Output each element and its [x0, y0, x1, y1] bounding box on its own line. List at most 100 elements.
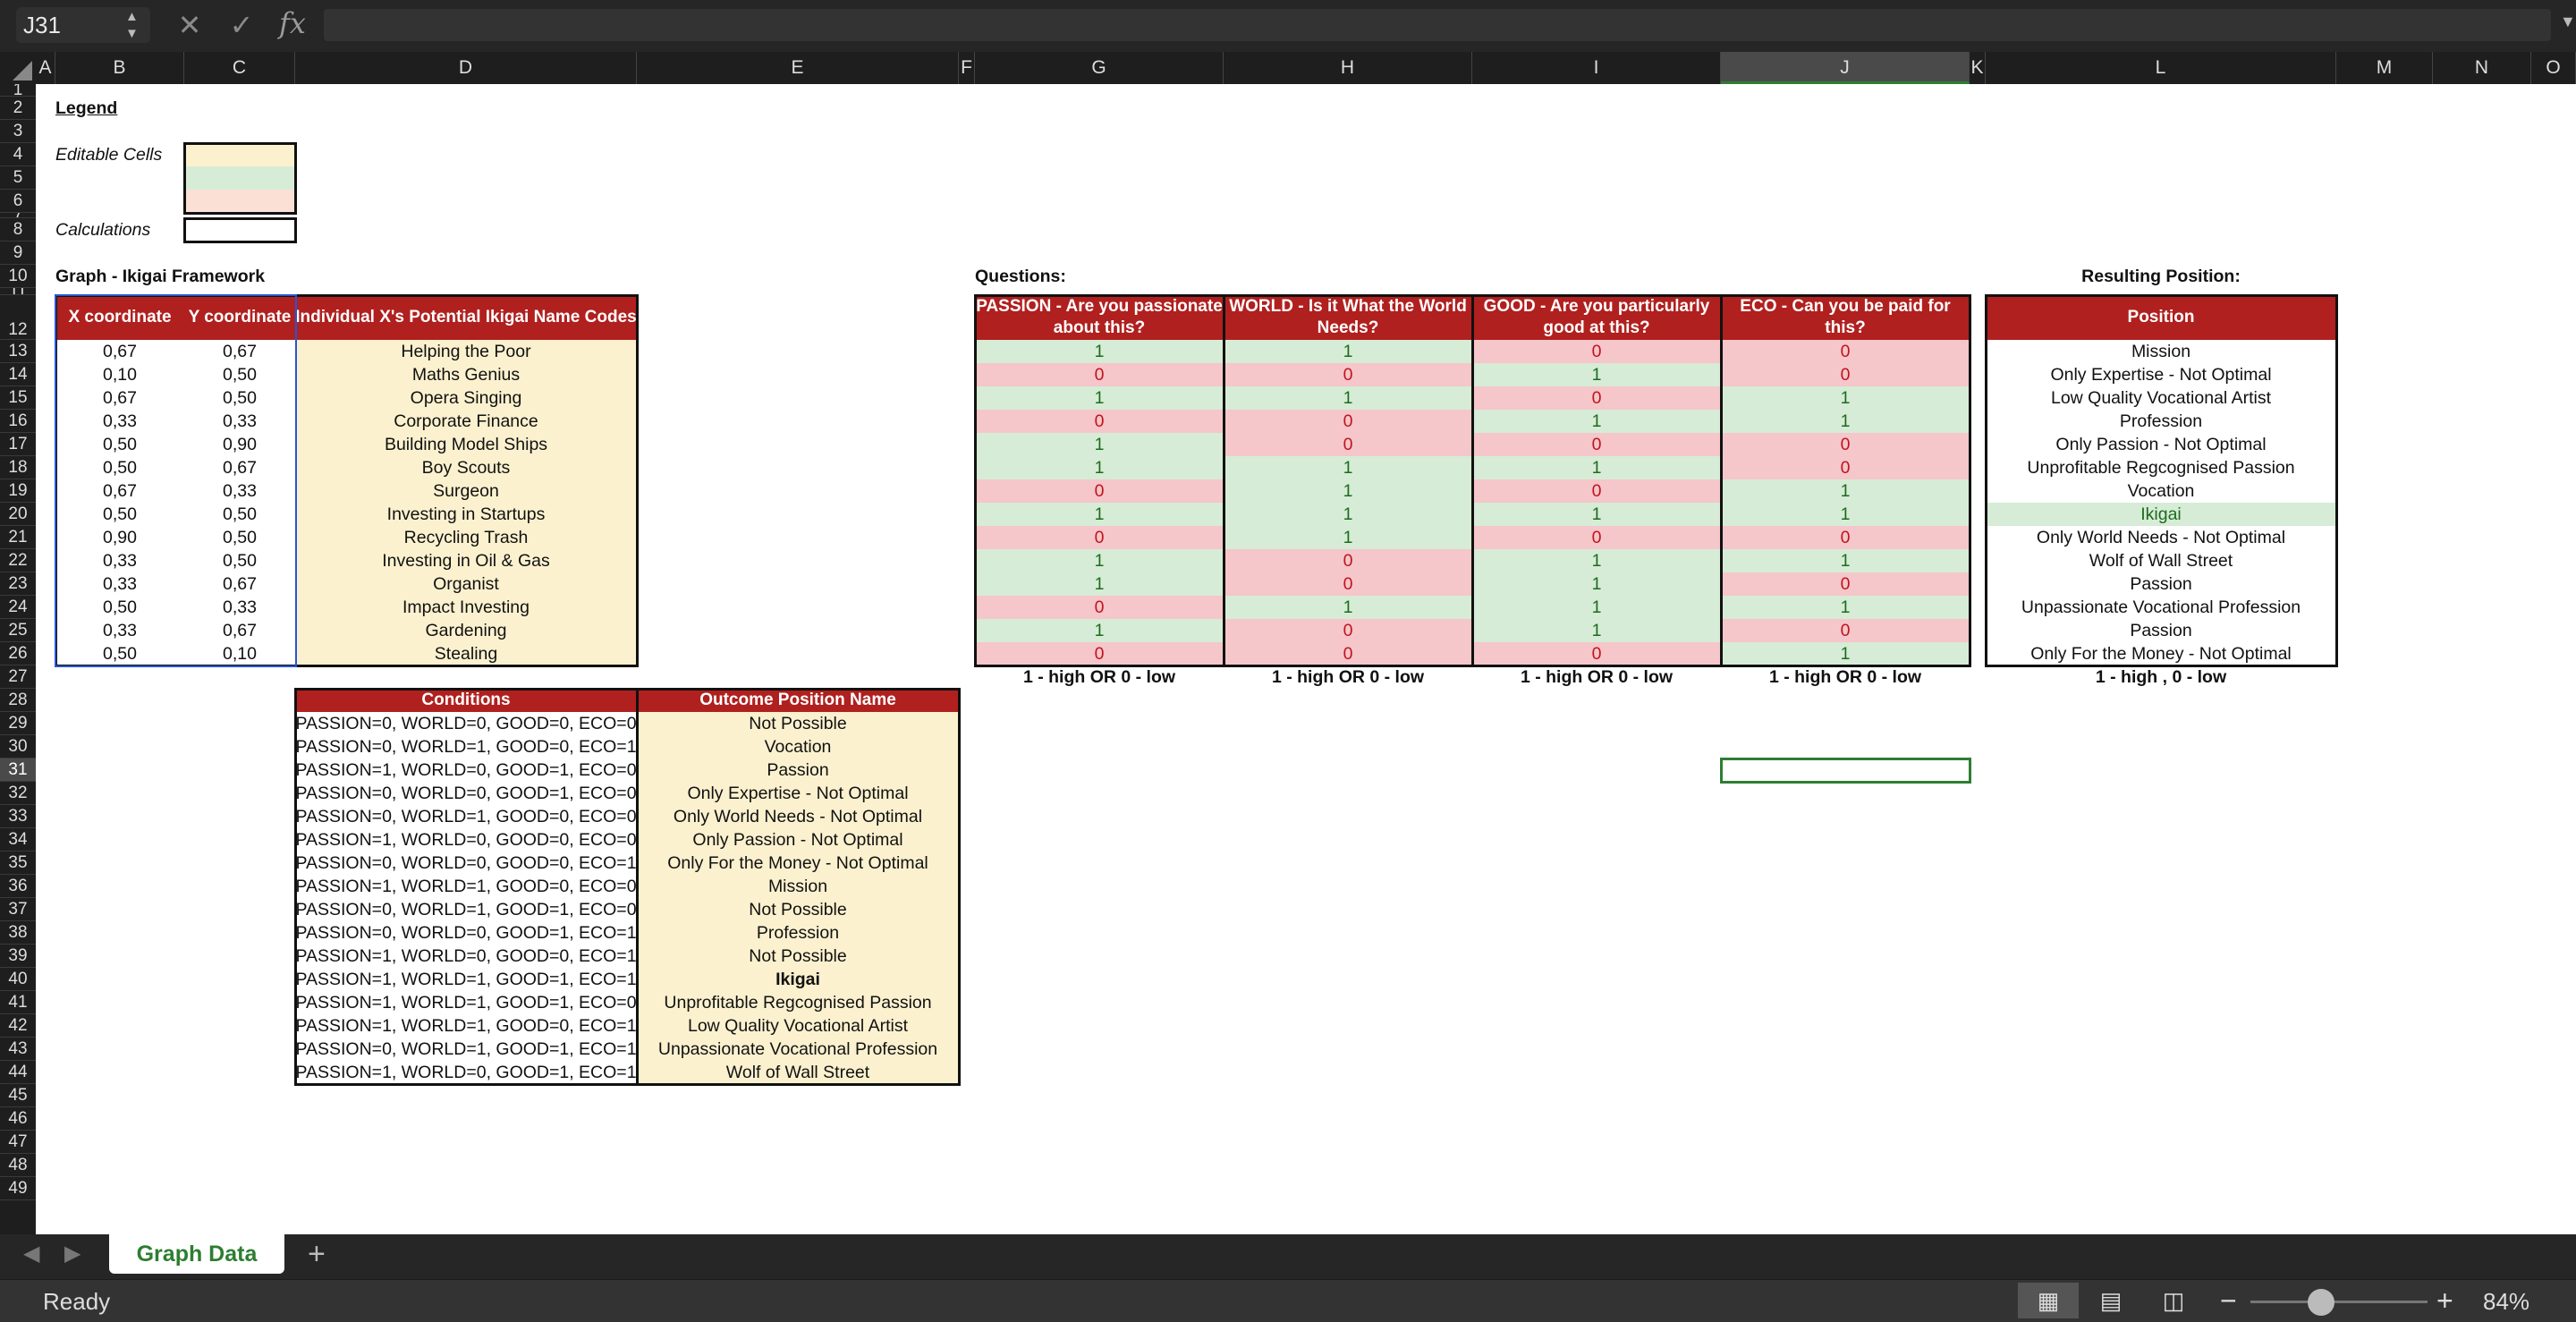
column-header-g[interactable]: G — [975, 52, 1224, 84]
column-header-k[interactable]: K — [1970, 52, 1986, 84]
row-header-35[interactable]: 35 — [0, 852, 36, 875]
row-header-10[interactable]: 10 — [0, 265, 36, 288]
row-header-22[interactable]: 22 — [0, 549, 36, 572]
prev-sheet-icon[interactable]: ◀ — [23, 1241, 39, 1267]
status-text: Ready — [43, 1288, 111, 1315]
column-header-a[interactable]: A — [36, 52, 55, 84]
row-header-48[interactable]: 48 — [0, 1154, 36, 1177]
scale-note[interactable]: 1 - high OR 0 - low — [1721, 665, 1970, 689]
row-header-30[interactable]: 30 — [0, 735, 36, 758]
normal-view-icon[interactable]: ▦ — [2018, 1283, 2079, 1318]
row-header-12[interactable]: 12 — [0, 295, 36, 340]
row-header-16[interactable]: 16 — [0, 410, 36, 433]
confirm-icon[interactable]: ✓ — [224, 7, 259, 43]
column-header-n[interactable]: N — [2433, 52, 2531, 84]
zoom-slider-handle[interactable] — [2308, 1289, 2334, 1316]
page-break-icon[interactable]: ◫ — [2143, 1283, 2204, 1318]
row-header-17[interactable]: 17 — [0, 433, 36, 456]
zoom-out-icon[interactable]: − — [2220, 1284, 2237, 1317]
row-header-49[interactable]: 49 — [0, 1177, 36, 1200]
scale-note[interactable]: 1 - high OR 0 - low — [975, 665, 1224, 689]
sheet-tab-bar — [0, 1234, 2576, 1279]
row-header-9[interactable]: 9 — [0, 242, 36, 265]
row-header-1[interactable]: 1 — [0, 84, 36, 97]
formula-input[interactable] — [324, 9, 2551, 41]
name-box-stepper-icon[interactable]: ▲ ▼ — [125, 8, 139, 42]
row-header-42[interactable]: 42 — [0, 1014, 36, 1038]
row-header-25[interactable]: 25 — [0, 619, 36, 642]
row-header-6[interactable]: 6 — [0, 190, 36, 213]
row-header-24[interactable]: 24 — [0, 596, 36, 619]
eco-column-border — [1720, 294, 1971, 667]
legend-calc-border — [183, 217, 297, 243]
row-header-5[interactable]: 5 — [0, 166, 36, 190]
column-header-m[interactable]: M — [2336, 52, 2433, 84]
row-header-4[interactable]: 4 — [0, 143, 36, 166]
column-header-j[interactable]: J — [1721, 52, 1970, 84]
row-header-11[interactable]: 11 — [0, 288, 36, 295]
sheet-grid[interactable]: Legend Editable Cells Calculations Graph - … — [36, 84, 2576, 1234]
row-header-3[interactable]: 3 — [0, 120, 36, 143]
row-header-28[interactable]: 28 — [0, 689, 36, 712]
scale-note[interactable]: 1 - high OR 0 - low — [1472, 665, 1721, 689]
graph-title[interactable]: Graph - Ikigai Framework — [55, 265, 637, 288]
select-all-button[interactable] — [0, 52, 36, 84]
column-header-d[interactable]: D — [295, 52, 637, 84]
row-header-41[interactable]: 41 — [0, 991, 36, 1014]
row-header-23[interactable]: 23 — [0, 572, 36, 596]
page-layout-icon[interactable]: ▤ — [2080, 1283, 2141, 1318]
conditions-border — [294, 688, 639, 1086]
row-header-40[interactable]: 40 — [0, 968, 36, 991]
scale-note[interactable]: 1 - high OR 0 - low — [1224, 665, 1472, 689]
row-header-46[interactable]: 46 — [0, 1107, 36, 1131]
row-header-32[interactable]: 32 — [0, 782, 36, 805]
questions-title[interactable]: Questions: — [975, 265, 1472, 288]
position-scale-note[interactable]: 1 - high , 0 - low — [1986, 665, 2336, 689]
add-sheet-icon[interactable]: + — [308, 1237, 326, 1272]
column-header-c[interactable]: C — [184, 52, 295, 84]
column-header-l[interactable]: L — [1986, 52, 2336, 84]
cancel-icon[interactable]: ✕ — [172, 7, 208, 43]
row-header-38[interactable]: 38 — [0, 921, 36, 945]
column-header-o[interactable]: O — [2531, 52, 2576, 84]
row-header-8[interactable]: 8 — [0, 218, 36, 242]
column-header-e[interactable]: E — [637, 52, 959, 84]
row-header-2[interactable]: 2 — [0, 97, 36, 120]
row-header-45[interactable]: 45 — [0, 1084, 36, 1107]
row-header-37[interactable]: 37 — [0, 898, 36, 921]
row-header-21[interactable]: 21 — [0, 526, 36, 549]
row-header-14[interactable]: 14 — [0, 363, 36, 386]
calculations-label[interactable]: Calculations — [55, 218, 184, 242]
function-icon[interactable]: fx — [279, 6, 306, 40]
editable-cells-label[interactable]: Editable Cells — [55, 143, 184, 166]
chevron-down-icon[interactable]: ▼ — [2560, 13, 2576, 31]
row-header-20[interactable]: 20 — [0, 503, 36, 526]
row-header-18[interactable]: 18 — [0, 456, 36, 479]
row-header-34[interactable]: 34 — [0, 828, 36, 852]
row-header-44[interactable]: 44 — [0, 1061, 36, 1084]
column-header-f[interactable]: F — [959, 52, 975, 84]
row-header-26[interactable]: 26 — [0, 642, 36, 665]
xy-selection-range — [55, 294, 297, 667]
row-header-47[interactable]: 47 — [0, 1131, 36, 1154]
zoom-level: 84% — [2483, 1288, 2530, 1315]
row-header-19[interactable]: 19 — [0, 479, 36, 503]
result-title[interactable]: Resulting Position: — [1986, 265, 2336, 288]
column-header-i[interactable]: I — [1472, 52, 1721, 84]
row-header-27[interactable]: 27 — [0, 665, 36, 689]
column-header-b[interactable]: B — [55, 52, 184, 84]
row-header-31[interactable]: 31 — [0, 758, 36, 782]
sheet-tab-graph-data[interactable]: Graph Data — [109, 1234, 284, 1274]
row-header-29[interactable]: 29 — [0, 712, 36, 735]
zoom-slider[interactable] — [2250, 1301, 2428, 1303]
legend-title[interactable]: Legend — [55, 97, 295, 120]
next-sheet-icon[interactable]: ▶ — [64, 1241, 80, 1267]
row-header-43[interactable]: 43 — [0, 1038, 36, 1061]
row-header-33[interactable]: 33 — [0, 805, 36, 828]
zoom-in-icon[interactable]: + — [2436, 1284, 2453, 1317]
row-header-15[interactable]: 15 — [0, 386, 36, 410]
row-header-39[interactable]: 39 — [0, 945, 36, 968]
row-header-13[interactable]: 13 — [0, 340, 36, 363]
column-header-h[interactable]: H — [1224, 52, 1472, 84]
row-header-36[interactable]: 36 — [0, 875, 36, 898]
